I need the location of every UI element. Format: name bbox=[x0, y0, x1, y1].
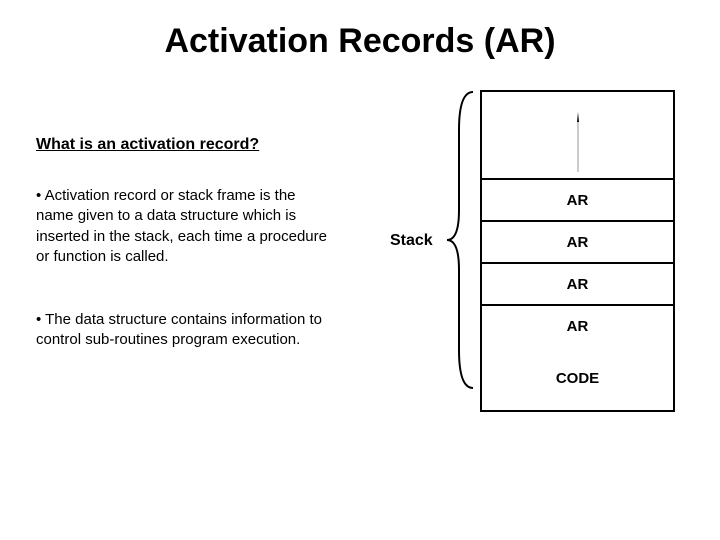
brace-icon bbox=[445, 90, 475, 390]
ar-cell: AR bbox=[482, 178, 673, 220]
slide: Activation Records (AR) What is an activ… bbox=[0, 0, 720, 540]
arrow-up-icon bbox=[577, 112, 579, 172]
section-heading: What is an activation record? bbox=[36, 136, 259, 154]
page-title: Activation Records (AR) bbox=[0, 22, 720, 61]
stack-diagram: AR AR AR AR CODE bbox=[480, 90, 675, 412]
stack-growth-cell bbox=[482, 92, 673, 178]
code-cell: CODE bbox=[482, 346, 673, 410]
stack-label: Stack bbox=[390, 232, 433, 250]
ar-cell: AR bbox=[482, 304, 673, 346]
bullet-item: • The data structure contains informatio… bbox=[36, 310, 356, 351]
ar-cell: AR bbox=[482, 220, 673, 262]
ar-cell: AR bbox=[482, 262, 673, 304]
bullet-item: • Activation record or stack frame is th… bbox=[36, 186, 336, 267]
